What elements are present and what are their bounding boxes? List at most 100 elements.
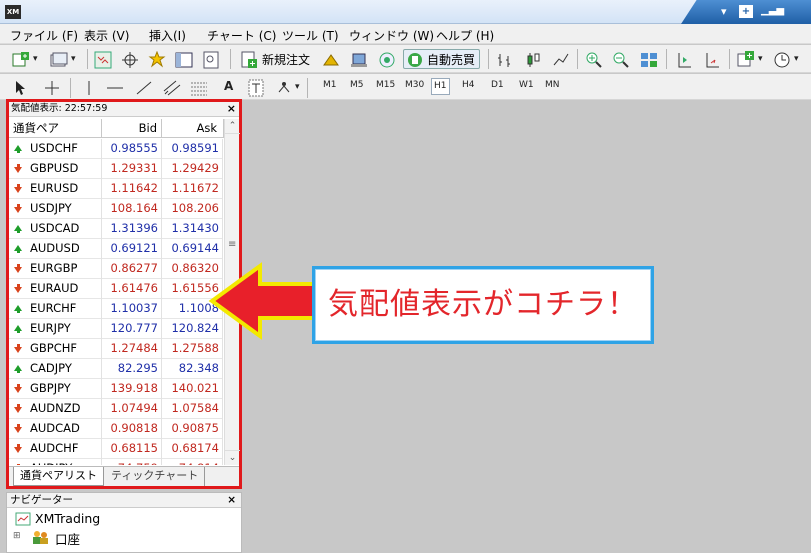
table-row[interactable]: AUDCHF 0.68115 0.68174: [9, 439, 223, 459]
table-row[interactable]: EURAUD 1.61476 1.61556: [9, 279, 223, 299]
column-header-ask[interactable]: Ask: [162, 119, 224, 138]
scroll-up-icon[interactable]: ⌃: [225, 119, 240, 134]
timeframe-m15[interactable]: M15: [376, 80, 395, 90]
table-row[interactable]: USDCAD 1.31396 1.31430: [9, 219, 223, 239]
symbol-cell: CADJPY: [9, 359, 102, 379]
close-icon[interactable]: ×: [227, 102, 236, 116]
menu-bar: ファイル (F) 表示 (V) 挿入(I) チャート (C) ツール (T) ウ…: [0, 24, 811, 44]
column-header-bid[interactable]: Bid: [102, 119, 162, 138]
bid-cell: 82.295: [102, 359, 162, 379]
timeframe-d1[interactable]: D1: [491, 80, 504, 90]
tab-tick-chart[interactable]: ティックチャート: [105, 467, 206, 486]
line-chart-icon[interactable]: [552, 51, 570, 69]
dropdown-icon[interactable]: ▾: [71, 54, 76, 64]
arrow-down-icon: [14, 164, 22, 173]
symbol-cell: USDCHF: [9, 139, 102, 159]
table-row[interactable]: AUDUSD 0.69121 0.69144: [9, 239, 223, 259]
cursor-icon[interactable]: [14, 80, 28, 96]
table-row[interactable]: AUDJPY 74.75974.814: [9, 459, 223, 465]
menu-help[interactable]: ヘルプ (H): [436, 27, 494, 44]
market-icon[interactable]: [350, 51, 368, 69]
timeframe-m30[interactable]: M30: [405, 80, 424, 90]
table-row[interactable]: GBPJPY 139.918 140.021: [9, 379, 223, 399]
zoom-in-icon[interactable]: [585, 51, 603, 69]
metaeditor-icon[interactable]: [378, 51, 396, 69]
tile-windows-icon[interactable]: [640, 51, 658, 69]
menu-window[interactable]: ウィンドウ (W): [349, 27, 434, 44]
table-row[interactable]: AUDCAD 0.90818 0.90875: [9, 419, 223, 439]
bid-cell: 1.27484: [102, 339, 162, 359]
close-icon[interactable]: ×: [227, 493, 236, 507]
text-tool-icon[interactable]: A: [224, 79, 233, 93]
navigator-title: ナビゲーター: [10, 494, 73, 506]
timeframe-mn[interactable]: MN: [545, 80, 560, 90]
table-row[interactable]: AUDNZD 1.07494 1.07584: [9, 399, 223, 419]
bid-cell: 1.61476: [102, 279, 162, 299]
menu-chart[interactable]: チャート (C): [207, 27, 276, 44]
chart-shift-icon[interactable]: [675, 51, 693, 69]
zoom-out-icon[interactable]: [612, 51, 630, 69]
dropdown-icon[interactable]: ▾: [33, 54, 38, 64]
timeframe-m5[interactable]: M5: [350, 80, 364, 90]
text-label-icon[interactable]: [248, 79, 264, 97]
navigator-item-accounts[interactable]: 口座: [55, 529, 80, 548]
dropdown-icon[interactable]: ▾: [758, 54, 763, 64]
table-row[interactable]: GBPCHF 1.27484 1.27588: [9, 339, 223, 359]
auto-scroll-icon[interactable]: [703, 51, 721, 69]
table-row[interactable]: EURUSD 1.11642 1.11672: [9, 179, 223, 199]
toolbar-separator: [230, 49, 231, 69]
new-order-icon[interactable]: [240, 51, 258, 69]
fibonacci-icon[interactable]: [190, 80, 208, 96]
trendline-icon[interactable]: [135, 80, 153, 96]
table-row[interactable]: USDCHF 0.98555 0.98591: [9, 139, 223, 159]
timeframe-h4[interactable]: H4: [462, 80, 475, 90]
vertical-line-icon[interactable]: [84, 80, 94, 96]
navigator-item-xmtrading[interactable]: XMTrading: [35, 511, 100, 526]
dropdown-icon[interactable]: ▾: [721, 5, 727, 18]
symbol-cell: AUDNZD: [9, 399, 102, 419]
navigator-icon[interactable]: [148, 51, 166, 69]
signals-icon[interactable]: [322, 51, 340, 69]
table-row[interactable]: USDJPY 108.164 108.206: [9, 199, 223, 219]
menu-tools[interactable]: ツール (T): [282, 27, 339, 44]
chart-icon[interactable]: +: [739, 5, 753, 18]
menu-insert[interactable]: 挿入(I): [149, 27, 186, 44]
scrollbar-grip-icon[interactable]: ≡: [228, 239, 236, 250]
scroll-down-icon[interactable]: ⌄: [225, 450, 240, 465]
menu-view[interactable]: 表示 (V): [84, 27, 129, 44]
indicators-icon[interactable]: [737, 51, 755, 69]
menu-file[interactable]: ファイル (F): [10, 27, 78, 44]
table-row[interactable]: GBPUSD 1.29331 1.29429: [9, 159, 223, 179]
timeframe-w1[interactable]: W1: [519, 80, 534, 90]
bar-chart-icon[interactable]: [496, 51, 514, 69]
crosshair-icon[interactable]: [121, 51, 139, 69]
candlestick-icon[interactable]: [524, 51, 542, 69]
table-row[interactable]: EURGBP 0.86277 0.86320: [9, 259, 223, 279]
column-header-symbol[interactable]: 通貨ペア: [9, 119, 102, 138]
dropdown-icon[interactable]: ▾: [295, 82, 300, 92]
terminal-icon[interactable]: [175, 51, 193, 69]
table-row[interactable]: CADJPY 82.295 82.348: [9, 359, 223, 379]
app-logo-icon: XM: [5, 5, 21, 19]
tab-symbols[interactable]: 通貨ペアリスト: [13, 467, 104, 486]
expand-icon[interactable]: ⊞: [13, 531, 21, 541]
profiles-icon[interactable]: [50, 52, 68, 68]
auto-trading-label: 自動売買: [427, 53, 476, 67]
table-row[interactable]: EURJPY 120.777 120.824: [9, 319, 223, 339]
timeframe-h1[interactable]: H1: [431, 78, 450, 95]
bid-cell: 0.69121: [102, 239, 162, 259]
dropdown-icon[interactable]: ▾: [794, 54, 799, 64]
table-row[interactable]: EURCHF 1.10037 1.1008: [9, 299, 223, 319]
ask-cell: 1.27588: [162, 339, 223, 359]
new-chart-icon[interactable]: [12, 52, 30, 68]
timeframe-m1[interactable]: M1: [323, 80, 337, 90]
arrows-icon[interactable]: [276, 80, 292, 96]
equidistant-channel-icon[interactable]: [162, 79, 182, 97]
horizontal-line-icon[interactable]: [106, 80, 124, 96]
crosshair-tool-icon[interactable]: [44, 80, 60, 96]
arrow-down-icon: [14, 204, 22, 213]
strategy-tester-icon[interactable]: [202, 51, 220, 69]
new-order-button[interactable]: 新規注文: [262, 51, 310, 68]
market-watch-icon[interactable]: [94, 51, 112, 69]
periodicity-icon[interactable]: [773, 51, 791, 69]
